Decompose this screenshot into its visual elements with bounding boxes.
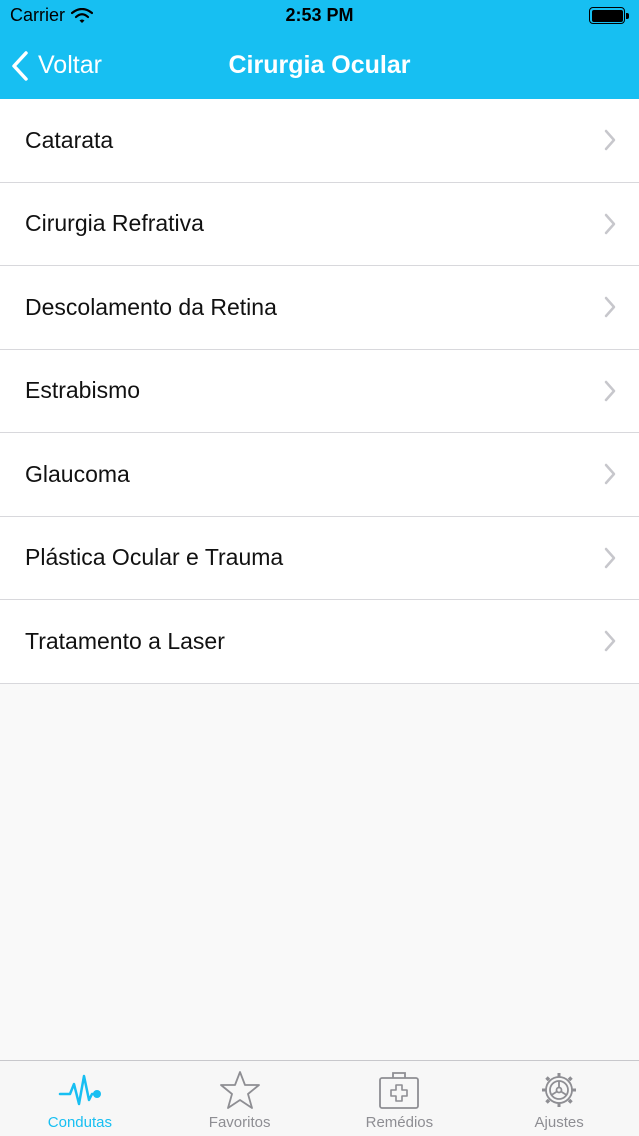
list-item-label: Catarata bbox=[25, 126, 114, 153]
list-item-label: Estrabismo bbox=[25, 377, 141, 404]
list-item[interactable]: Glaucoma bbox=[0, 433, 639, 517]
tab-condutas[interactable]: Condutas bbox=[0, 1061, 160, 1136]
chevron-right-icon bbox=[604, 630, 616, 652]
list-item-label: Plástica Ocular e Trauma bbox=[25, 544, 284, 571]
list-item[interactable]: Estrabismo bbox=[0, 350, 639, 433]
list-item[interactable]: Plástica Ocular e Trauma bbox=[0, 517, 639, 600]
page-title: Cirurgia Ocular bbox=[228, 51, 411, 79]
medical-kit-icon bbox=[379, 1072, 420, 1109]
tab-label: Remédios bbox=[365, 1114, 434, 1131]
star-icon bbox=[219, 1071, 260, 1109]
list-item[interactable]: Cirurgia Refrativa bbox=[0, 183, 639, 266]
list-item-label: Tratamento a Laser bbox=[25, 627, 225, 654]
status-time: 2:53 PM bbox=[285, 5, 354, 25]
list-item[interactable]: Descolamento da Retina bbox=[0, 266, 639, 350]
heartbeat-icon bbox=[58, 1074, 101, 1106]
tab-bar: Condutas Favoritos Remédios Ajustes bbox=[0, 1060, 639, 1136]
chevron-right-icon bbox=[604, 213, 616, 234]
tab-remedios[interactable]: Remédios bbox=[320, 1061, 480, 1136]
list-item-label: Glaucoma bbox=[25, 460, 130, 487]
list-item-label: Descolamento da Retina bbox=[25, 293, 277, 320]
list-item-label: Cirurgia Refrativa bbox=[25, 210, 204, 237]
chevron-right-icon bbox=[604, 129, 616, 151]
navigation-bar: Voltar Cirurgia Ocular bbox=[0, 32, 639, 99]
chevron-right-icon bbox=[604, 547, 616, 568]
gear-icon bbox=[542, 1073, 577, 1107]
tab-label: Favoritos bbox=[208, 1114, 271, 1131]
topic-list: Catarata Cirurgia Refrativa Descolamento… bbox=[0, 99, 639, 684]
chevron-right-icon bbox=[604, 296, 616, 318]
tab-ajustes[interactable]: Ajustes bbox=[479, 1061, 639, 1136]
chevron-right-icon bbox=[604, 380, 616, 401]
list-item[interactable]: Tratamento a Laser bbox=[0, 600, 639, 684]
tab-favoritos[interactable]: Favoritos bbox=[160, 1061, 320, 1136]
list-item[interactable]: Catarata bbox=[0, 99, 639, 183]
chevron-right-icon bbox=[604, 463, 616, 485]
status-bar: Carrier 2:53 PM bbox=[0, 0, 639, 32]
tab-label: Condutas bbox=[47, 1114, 112, 1131]
tab-label: Ajustes bbox=[534, 1114, 584, 1131]
battery-icon bbox=[589, 7, 629, 24]
